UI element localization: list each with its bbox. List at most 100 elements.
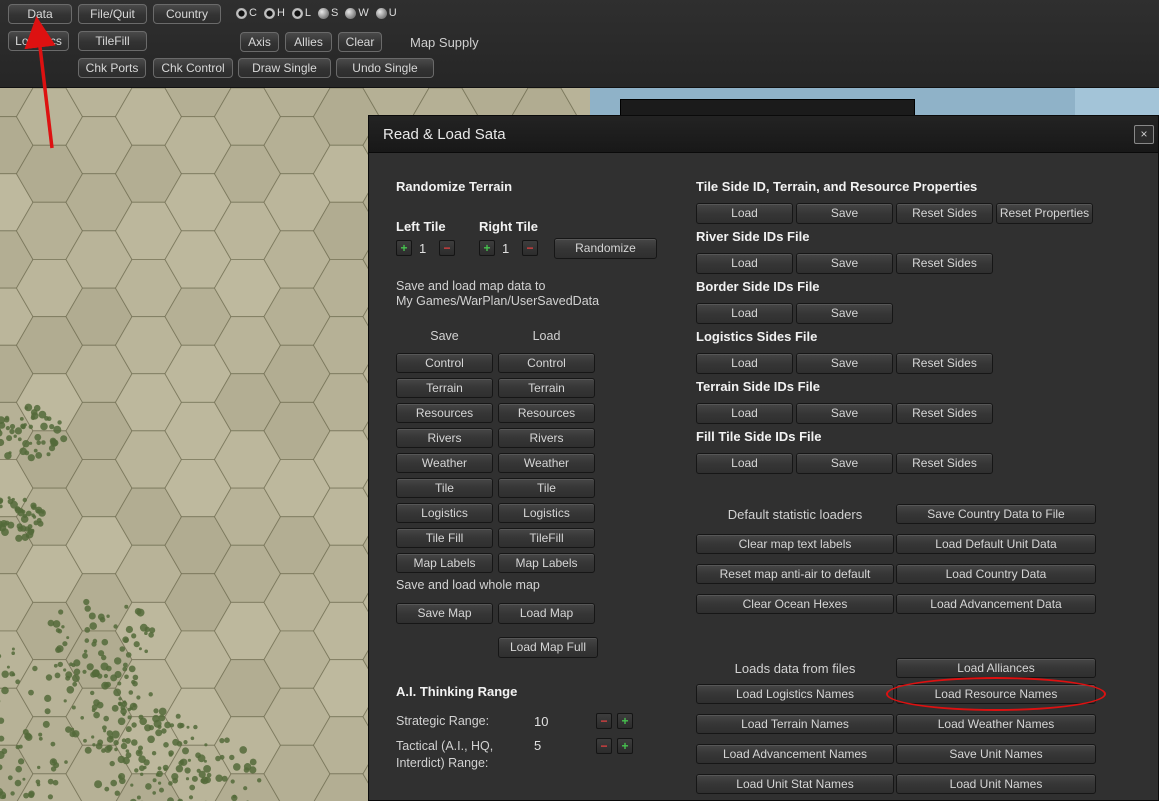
save-control-button[interactable]: Control [396, 353, 493, 373]
load-terrain-names-button[interactable]: Load Terrain Names [696, 714, 894, 734]
load-unit-names-button[interactable]: Load Unit Names [896, 774, 1096, 794]
clear-button[interactable]: Clear [338, 32, 382, 52]
river-side-save-button[interactable]: Save [796, 253, 893, 274]
strategic-minus-icon[interactable]: − [596, 713, 612, 729]
left-tile-plus-icon[interactable]: + [396, 240, 412, 256]
terrain-side-reset-sides-button[interactable]: Reset Sides [896, 403, 993, 424]
load-default-unit-data-button[interactable]: Load Default Unit Data [896, 534, 1096, 554]
radio-h[interactable]: H [263, 7, 285, 19]
load-rivers-button[interactable]: Rivers [498, 428, 595, 448]
tilefill-button[interactable]: TileFill [78, 31, 147, 51]
radio-s[interactable]: S [318, 7, 338, 19]
save-rivers-button[interactable]: Rivers [396, 428, 493, 448]
logistics-sides-section-heading: Logistics Sides File [696, 329, 818, 344]
fill-tile-reset-sides-button[interactable]: Reset Sides [896, 453, 993, 474]
tactical-minus-icon[interactable]: − [596, 738, 612, 754]
dialog-titlebar[interactable]: Read & Load Sata × [369, 116, 1158, 153]
data-button[interactable]: Data [8, 4, 72, 24]
logistics-sides-save-button[interactable]: Save [796, 353, 893, 374]
tactical-plus-icon[interactable]: + [617, 738, 633, 754]
clear-ocean-hexes-button[interactable]: Clear Ocean Hexes [696, 594, 894, 614]
load-map-labels-button[interactable]: Map Labels [498, 553, 595, 573]
logistics-button[interactable]: Logistics [8, 31, 69, 51]
strategic-range-label: Strategic Range: [396, 714, 490, 728]
draw-single-button[interactable]: Draw Single [238, 58, 331, 78]
load-tile-button[interactable]: Tile [498, 478, 595, 498]
load-logistics-button[interactable]: Logistics [498, 503, 595, 523]
save-unit-names-button[interactable]: Save Unit Names [896, 744, 1096, 764]
left-tile-minus-icon[interactable]: − [439, 240, 455, 256]
clear-map-text-labels-button[interactable]: Clear map text labels [696, 534, 894, 554]
radio-u-icon [375, 7, 387, 19]
save-logistics-button[interactable]: Logistics [396, 503, 493, 523]
load-column-header: Load [532, 329, 561, 343]
strategic-plus-icon[interactable]: + [617, 713, 633, 729]
load-map-full-button[interactable]: Load Map Full [498, 637, 598, 658]
save-tile-button[interactable]: Tile [396, 478, 493, 498]
tile-side-section-heading: Tile Side ID, Terrain, and Resource Prop… [696, 179, 978, 194]
tile-side-reset-sides-button[interactable]: Reset Sides [896, 203, 993, 224]
right-tile-minus-icon[interactable]: − [522, 240, 538, 256]
fill-tile-save-button[interactable]: Save [796, 453, 893, 474]
radio-c[interactable]: C [236, 7, 257, 19]
load-resource-names-button[interactable]: Load Resource Names [896, 684, 1096, 704]
river-side-load-button[interactable]: Load [696, 253, 793, 274]
allies-button[interactable]: Allies [285, 32, 332, 52]
randomize-terrain-heading: Randomize Terrain [396, 179, 513, 194]
load-resources-button[interactable]: Resources [498, 403, 595, 423]
save-path-line1: Save and load map data to [396, 279, 546, 293]
river-side-section-heading: River Side IDs File [696, 229, 810, 244]
logistics-sides-load-button[interactable]: Load [696, 353, 793, 374]
left-tile-value: 1 [419, 241, 427, 256]
tile-side-save-button[interactable]: Save [796, 203, 893, 224]
load-terrain-button[interactable]: Terrain [498, 378, 595, 398]
save-tilefill-button[interactable]: Tile Fill [396, 528, 493, 548]
save-country-data-to-file-button[interactable]: Save Country Data to File [896, 504, 1096, 524]
axis-button[interactable]: Axis [240, 32, 279, 52]
logistics-sides-reset-sides-button[interactable]: Reset Sides [896, 353, 993, 374]
save-weather-button[interactable]: Weather [396, 453, 493, 473]
tile-side-reset-properties-button[interactable]: Reset Properties [996, 203, 1093, 224]
load-advancement-names-button[interactable]: Load Advancement Names [696, 744, 894, 764]
save-resources-button[interactable]: Resources [396, 403, 493, 423]
file-quit-button[interactable]: File/Quit [78, 4, 147, 24]
tile-side-load-button[interactable]: Load [696, 203, 793, 224]
load-tilefill-button[interactable]: TileFill [498, 528, 595, 548]
right-tile-label: Right Tile [479, 219, 538, 234]
radio-u[interactable]: U [375, 7, 397, 19]
load-weather-names-button[interactable]: Load Weather Names [896, 714, 1096, 734]
right-tile-value: 1 [502, 241, 510, 256]
radio-l[interactable]: L [291, 7, 311, 19]
reset-map-anti-air-button[interactable]: Reset map anti-air to default [696, 564, 894, 584]
load-advancement-data-button[interactable]: Load Advancement Data [896, 594, 1096, 614]
chk-control-button[interactable]: Chk Control [153, 58, 233, 78]
load-map-button[interactable]: Load Map [498, 603, 595, 624]
fill-tile-load-button[interactable]: Load [696, 453, 793, 474]
right-tile-plus-icon[interactable]: + [479, 240, 495, 256]
save-map-labels-button[interactable]: Map Labels [396, 553, 493, 573]
default-loaders-label: Default statistic loaders [727, 507, 863, 522]
river-side-reset-sides-button[interactable]: Reset Sides [896, 253, 993, 274]
read-load-data-dialog: Read & Load Sata × Randomize Terrain Lef… [368, 115, 1159, 801]
chk-ports-button[interactable]: Chk Ports [78, 58, 146, 78]
close-icon[interactable]: × [1134, 125, 1154, 144]
save-map-button[interactable]: Save Map [396, 603, 493, 624]
load-logistics-names-button[interactable]: Load Logistics Names [696, 684, 894, 704]
load-weather-button[interactable]: Weather [498, 453, 595, 473]
undo-single-button[interactable]: Undo Single [336, 58, 434, 78]
terrain-side-load-button[interactable]: Load [696, 403, 793, 424]
border-side-load-button[interactable]: Load [696, 303, 793, 324]
fill-tile-side-section-heading: Fill Tile Side IDs File [696, 429, 822, 444]
terrain-side-save-button[interactable]: Save [796, 403, 893, 424]
save-terrain-button[interactable]: Terrain [396, 378, 493, 398]
radio-w[interactable]: W [345, 7, 369, 19]
border-side-save-button[interactable]: Save [796, 303, 893, 324]
country-button[interactable]: Country [153, 4, 221, 24]
border-side-section-heading: Border Side IDs File [696, 279, 820, 294]
load-unit-stat-names-button[interactable]: Load Unit Stat Names [696, 774, 894, 794]
load-country-data-button[interactable]: Load Country Data [896, 564, 1096, 584]
load-alliances-button[interactable]: Load Alliances [896, 658, 1096, 678]
randomize-button[interactable]: Randomize [554, 238, 657, 259]
load-control-button[interactable]: Control [498, 353, 595, 373]
layer-toggle-group: C H L S W U [236, 7, 397, 19]
